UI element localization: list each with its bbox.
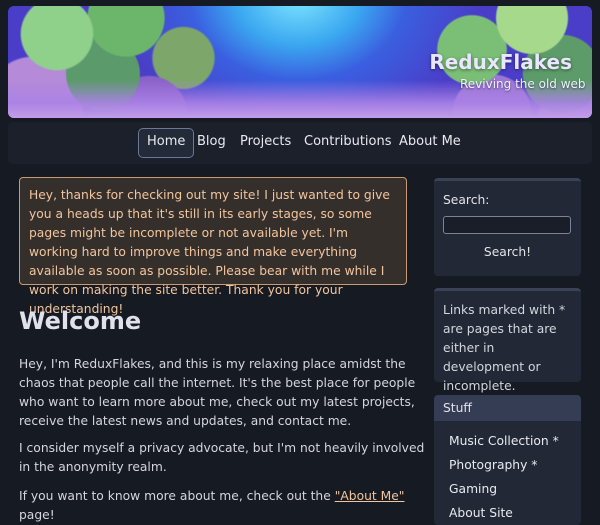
stuff-item-about-site[interactable]: About Site [434, 501, 581, 525]
nav-item-projects[interactable]: Projects [232, 128, 299, 156]
main-nav: Home Blog Projects Contributions About M… [8, 122, 592, 164]
about-paragraph-end: page! [19, 508, 55, 522]
nav-item-about-me[interactable]: About Me [391, 128, 469, 156]
site-subtitle: Reviving the old web [460, 77, 586, 91]
nav-item-home[interactable]: Home [138, 128, 195, 158]
search-widget: Search: Search! [434, 178, 581, 276]
search-label: Search: [443, 193, 490, 207]
stuff-item-music-collection[interactable]: Music Collection * [434, 429, 581, 453]
stuff-item-photography[interactable]: Photography * [434, 453, 581, 477]
stuff-item-gaming[interactable]: Gaming [434, 477, 581, 501]
about-paragraph-text: If you want to know more about me, check… [19, 489, 335, 503]
site-title[interactable]: ReduxFlakes [429, 50, 572, 74]
page-title: Welcome [19, 307, 142, 335]
search-input[interactable] [443, 216, 571, 234]
privacy-paragraph: I consider myself a privacy advocate, bu… [19, 441, 425, 474]
page: ReduxFlakes Reviving the old web Home Bl… [0, 0, 600, 525]
stuff-header: Stuff [434, 395, 581, 421]
search-button[interactable]: Search! [443, 245, 572, 259]
header-banner: ReduxFlakes Reviving the old web [8, 6, 592, 118]
nav-item-contributions[interactable]: Contributions [296, 128, 400, 156]
stuff-widget: Stuff Music Collection * Photography * G… [434, 395, 581, 525]
intro-paragraph: Hey, I'm ReduxFlakes, and this is my rel… [19, 357, 416, 428]
stuff-list: Music Collection * Photography * Gaming … [434, 421, 581, 525]
notice-box: Hey, thanks for checking out my site! I … [19, 177, 407, 316]
about-me-link[interactable]: "About Me" [335, 489, 405, 503]
info-note: Links marked with * are pages that are e… [434, 288, 581, 393]
about-paragraph: If you want to know more about me, check… [19, 487, 429, 525]
nav-item-blog[interactable]: Blog [189, 128, 234, 156]
